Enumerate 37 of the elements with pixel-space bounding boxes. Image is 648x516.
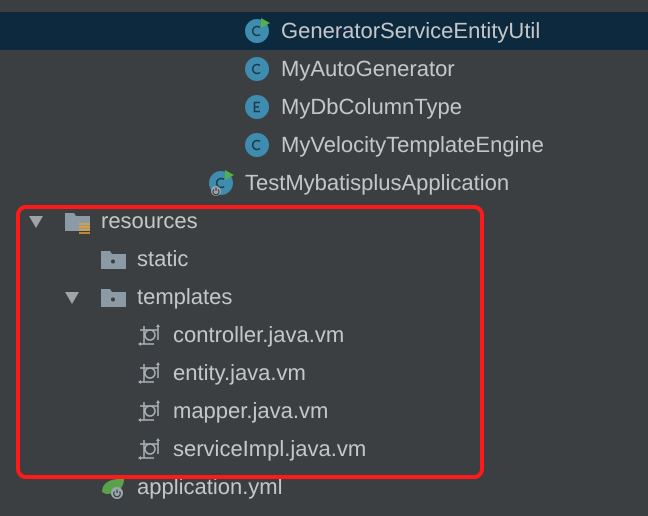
template-file-icon bbox=[136, 398, 162, 424]
template-file-icon bbox=[136, 360, 162, 386]
tree-row[interactable]: MyVelocityTemplateEngine bbox=[0, 126, 648, 164]
tree-row[interactable]: entity.java.vm bbox=[0, 354, 648, 392]
tree-row[interactable]: templates bbox=[0, 278, 648, 316]
tree-item-label: MyAutoGenerator bbox=[281, 56, 455, 82]
tree-item-label: mapper.java.vm bbox=[173, 398, 328, 424]
runnable-class-icon bbox=[244, 18, 270, 44]
tree-row[interactable]: static bbox=[0, 240, 648, 278]
expanded-arrow-icon[interactable] bbox=[28, 213, 44, 229]
tree-item-label: entity.java.vm bbox=[173, 360, 306, 386]
expanded-arrow-icon[interactable] bbox=[64, 289, 80, 305]
tree-row[interactable]: serviceImpl.java.vm bbox=[0, 430, 648, 468]
tree-item-label: MyDbColumnType bbox=[281, 94, 462, 120]
tree-row[interactable]: resources bbox=[0, 202, 648, 240]
enum-icon bbox=[244, 94, 270, 120]
tree-row[interactable]: MyDbColumnType bbox=[0, 88, 648, 126]
template-file-icon bbox=[136, 322, 162, 348]
template-file-icon bbox=[136, 436, 162, 462]
tree-item-label: application.yml bbox=[137, 474, 283, 500]
spring-app-icon bbox=[208, 170, 234, 196]
tree-row[interactable]: mapper.java.vm bbox=[0, 392, 648, 430]
tree-row[interactable]: GeneratorServiceEntityUtil bbox=[0, 12, 648, 50]
tree-item-label: controller.java.vm bbox=[173, 322, 344, 348]
class-icon bbox=[244, 56, 270, 82]
tree-item-label: resources bbox=[101, 208, 198, 234]
tree-item-label: TestMybatisplusApplication bbox=[245, 170, 510, 196]
tree-item-label: templates bbox=[137, 284, 232, 310]
tree-row[interactable]: application.yml bbox=[0, 468, 648, 506]
tree-item-label: MyVelocityTemplateEngine bbox=[281, 132, 544, 158]
tree-item-label: serviceImpl.java.vm bbox=[173, 436, 366, 462]
tree-row[interactable]: MyAutoGenerator bbox=[0, 50, 648, 88]
tree-row[interactable]: TestMybatisplusApplication bbox=[0, 164, 648, 202]
tree-item-label: static bbox=[137, 246, 188, 272]
tree-item-label: GeneratorServiceEntityUtil bbox=[281, 18, 540, 44]
class-icon bbox=[244, 132, 270, 158]
tree-row[interactable]: controller.java.vm bbox=[0, 316, 648, 354]
